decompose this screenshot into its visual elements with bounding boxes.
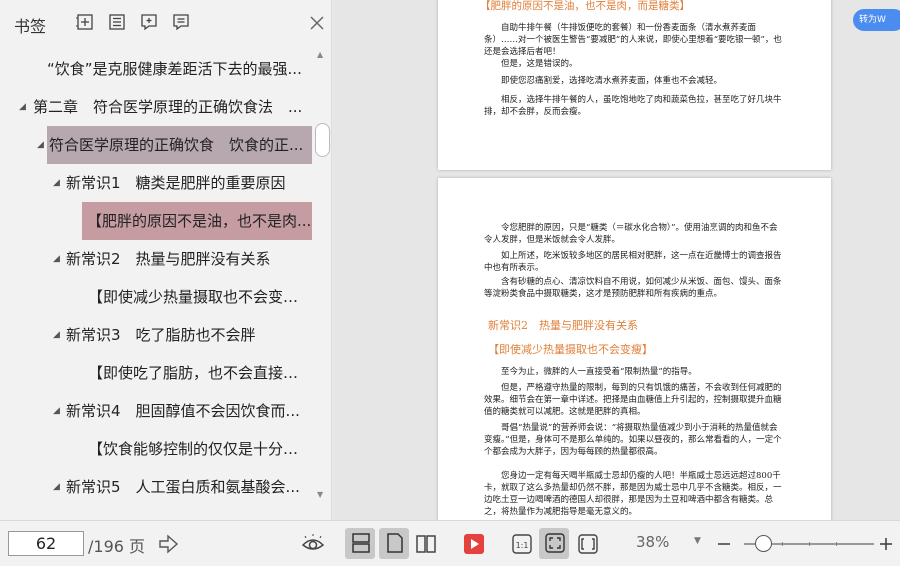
- svg-text:1:1: 1:1: [516, 541, 529, 550]
- bookmark-panel: 书签 “饮食”是克服健康差距活下去的最强... ◢ 第二章 符合医学原理的正确饮…: [0, 0, 332, 520]
- continuous-scroll-icon: [349, 531, 373, 555]
- zoom-out-icon[interactable]: [712, 532, 736, 556]
- zoom-slider-thumb[interactable]: [755, 535, 772, 552]
- slider-tick: [809, 542, 810, 546]
- page-number-input[interactable]: 62: [8, 531, 84, 556]
- collapse-arrow-icon[interactable]: ◢: [53, 164, 60, 202]
- single-page-button[interactable]: [379, 528, 409, 559]
- collapse-arrow-icon[interactable]: ◢: [19, 88, 26, 126]
- bookmark-panel-title: 书签: [14, 17, 47, 36]
- fit-width-icon[interactable]: [576, 532, 600, 556]
- zoom-level-label[interactable]: 38%: [636, 533, 669, 551]
- zoom-in-icon[interactable]: [874, 532, 898, 556]
- actual-size-icon[interactable]: 1:1: [510, 532, 534, 556]
- bookmark-item[interactable]: 新常识4 胆固醇值不会因饮食而...: [66, 392, 312, 430]
- expand-all-icon[interactable]: [76, 13, 94, 31]
- scrollbar-thumb[interactable]: [315, 123, 330, 157]
- bookmark-item-selected[interactable]: 符合医学原理的正确饮食 饮食的正...: [47, 126, 312, 164]
- paragraph: 含有砂糖的点心、清凉饮料自不用说，如何减少从米饭、面包、馒头、面条等淀粉类食品中…: [484, 277, 782, 299]
- continuous-scroll-button[interactable]: [345, 528, 375, 559]
- close-icon[interactable]: [309, 15, 325, 31]
- bookmark-item-active[interactable]: 【肥胖的原因不是油，也不是肉...: [82, 202, 312, 240]
- paragraph: 自助牛排午餐（牛排饭便吃的套餐）和一份香麦面条（清水煮荞麦面条）……对一个被医生…: [484, 23, 782, 57]
- section-heading: 新常识2 热量与肥胖没有关系: [488, 319, 638, 332]
- slider-tick: [836, 542, 837, 546]
- collapse-arrow-icon[interactable]: ◢: [53, 392, 60, 430]
- collapse-arrow-icon[interactable]: ◢: [37, 126, 44, 164]
- paragraph: 您身边一定有每天喝半瓶威士忌却仍瘦的人吧！半瓶威士忌远远超过800千卡，就取了这…: [484, 471, 782, 517]
- scroll-down-icon[interactable]: ▼: [317, 490, 323, 499]
- paragraph: 但是，严格遵守热量的限制，每到的只有饥饿的痛苦，不会收到任何减肥的效果。细节会在…: [484, 383, 782, 417]
- bookmark-panel-header: 书签: [0, 0, 332, 46]
- two-page-icon[interactable]: [414, 532, 438, 556]
- bookmark-item[interactable]: 新常识2 热量与肥胖没有关系: [66, 240, 312, 278]
- slider-tick: [782, 542, 783, 546]
- go-to-page-icon[interactable]: [156, 532, 180, 556]
- paragraph: 如上所述，吃米饭较多地区的居民相对肥胖，这一点在近畿博士的调查报告中也有所表示。: [484, 251, 782, 273]
- paragraph: 即使您忍痛割爱，选择吃清水煮荞麦面，体重也不会减轻。: [501, 76, 723, 86]
- bookmark-scrollbar[interactable]: ▲ ▼: [313, 50, 330, 510]
- bookmark-item[interactable]: 第二章 符合医学原理的正确饮食法 ...: [33, 88, 312, 126]
- paragraph: 至今为止，微胖的人一直接受着“限制热量”的指导。: [501, 367, 697, 377]
- section-heading: 【即使减少热量摄取也不会变瘦】: [488, 343, 653, 356]
- bookmark-item[interactable]: “饮食”是克服健康差距活下去的最强...: [47, 50, 312, 88]
- chevron-down-icon[interactable]: ▼: [694, 536, 701, 546]
- section-heading: 【肥胖的原因不是油，也不是肉，而是糖类】: [480, 0, 690, 12]
- single-page-icon: [383, 531, 407, 555]
- scroll-up-icon[interactable]: ▲: [317, 50, 323, 59]
- bookmark-item[interactable]: 新常识5 人工蛋白质和氨基酸会...: [66, 468, 312, 506]
- fit-page-button[interactable]: [539, 528, 569, 559]
- bottom-toolbar: 62 /196 页 1:1 38% ▼: [0, 520, 900, 566]
- bookmark-item[interactable]: 新常识3 吃了脂肪也不会胖: [66, 316, 312, 354]
- page-total-label: /196 页: [88, 537, 146, 556]
- convert-to-word-button[interactable]: 转为W: [853, 9, 900, 31]
- collapse-arrow-icon[interactable]: ◢: [53, 468, 60, 506]
- add-bookmark-icon[interactable]: [140, 13, 158, 31]
- paragraph: 相反，选择牛排午餐的人，虽吃饱地吃了肉和蔬菜色拉，甚至吃了好几块牛排，却不会胖，…: [484, 95, 782, 117]
- bookmark-list: “饮食”是克服健康差距活下去的最强... ◢ 第二章 符合医学原理的正确饮食法 …: [0, 50, 312, 510]
- paragraph: 但是，这是错误的。: [501, 59, 578, 69]
- collapse-arrow-icon[interactable]: ◢: [53, 316, 60, 354]
- bookmark-item[interactable]: 【即使减少热量摄取也不会变瘦...: [88, 278, 312, 316]
- bookmark-options-icon[interactable]: [172, 13, 190, 31]
- paragraph: 令您肥胖的原因，只是“糖类（＝碳水化合物）”。使用油烹调的肉和鱼不会令人发胖，但…: [484, 223, 778, 245]
- document-view[interactable]: 【肥胖的原因不是油，也不是肉，而是糖类】 自助牛排午餐（牛排饭便吃的套餐）和一份…: [333, 0, 900, 520]
- paragraph: 哥倡“热量说”的营养师会说：“将摄取热量值减少到小于消耗的热量值就会变瘦。”但是…: [484, 423, 782, 457]
- reading-mode-icon[interactable]: [301, 532, 325, 556]
- collapse-arrow-icon[interactable]: ◢: [53, 240, 60, 278]
- play-icon[interactable]: [462, 532, 486, 556]
- convert-label: 转为W: [859, 15, 886, 25]
- document-page: 【肥胖的原因不是油，也不是肉，而是糖类】 自助牛排午餐（牛排饭便吃的套餐）和一份…: [438, 0, 831, 170]
- bookmark-item[interactable]: 【即使吃了脂肪，也不会直接仔...: [88, 354, 312, 392]
- bookmark-item[interactable]: 【饮食能够控制的仅仅是十分之...: [88, 430, 312, 468]
- bookmark-item[interactable]: 新常识1 糖类是肥胖的重要原因: [66, 164, 312, 202]
- document-page: 令您肥胖的原因，只是“糖类（＝碳水化合物）”。使用油烹调的肉和鱼不会令人发胖，但…: [438, 178, 831, 520]
- collapse-all-icon[interactable]: [108, 13, 126, 31]
- fit-page-icon: [543, 531, 567, 555]
